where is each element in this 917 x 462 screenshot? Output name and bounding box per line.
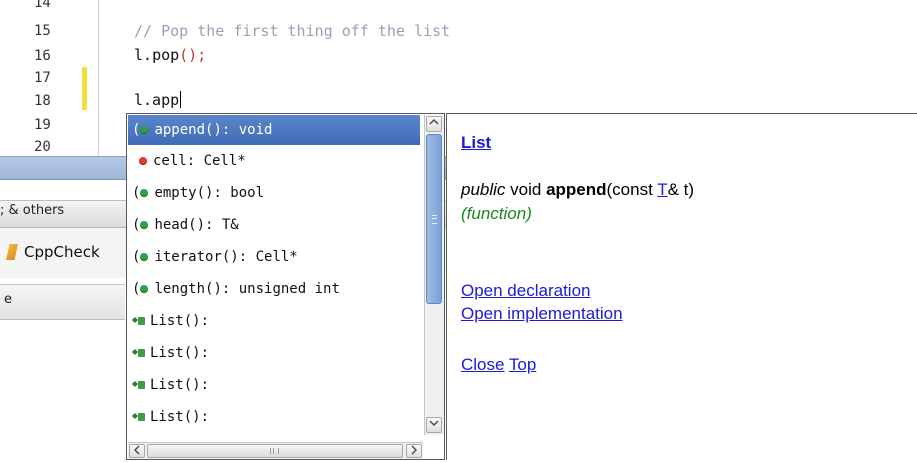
grip-icon	[270, 448, 279, 454]
code-comment: // Pop the first thing off the list	[134, 22, 451, 40]
method-icon: (	[132, 281, 141, 297]
line-number: 14	[34, 0, 51, 11]
sig-return: void	[505, 180, 547, 199]
scroll-right-button[interactable]	[406, 444, 422, 458]
line-number: 16	[34, 48, 51, 64]
public-method-dot-icon	[140, 189, 149, 197]
completion-item[interactable]: ( length(): unsigned int	[128, 273, 420, 305]
cppcheck-label: CppCheck	[24, 243, 100, 261]
code-line-pop[interactable]: l.pop();	[134, 46, 206, 64]
scroll-down-button[interactable]	[426, 417, 442, 433]
chevron-up-icon	[429, 119, 439, 125]
code-method: pop	[152, 46, 180, 64]
open-declaration-link[interactable]: Open declaration	[461, 281, 590, 301]
public-method-dot-icon	[140, 126, 149, 134]
sig-params-close: & t)	[667, 180, 695, 199]
constructor-icon	[132, 316, 146, 326]
completion-label: cell: Cell*	[153, 153, 246, 169]
completion-item[interactable]: List():	[128, 369, 420, 401]
code-punctuation: ();	[179, 46, 207, 64]
completion-item[interactable]: List():	[128, 337, 420, 369]
chevron-right-icon	[411, 445, 417, 455]
completion-label: List():	[150, 345, 210, 361]
vertical-scrollbar[interactable]	[424, 115, 444, 435]
completion-item[interactable]: cell: Cell*	[128, 145, 420, 177]
chevron-left-icon	[134, 445, 140, 455]
vertical-scroll-thumb[interactable]	[426, 134, 442, 304]
completion-label: head(): T&	[154, 217, 239, 233]
method-icon: (	[132, 217, 141, 233]
code-line-typing[interactable]: l.app	[134, 91, 182, 109]
public-method-dot-icon	[140, 285, 149, 293]
horizontal-scroll-thumb[interactable]	[147, 444, 403, 458]
completion-item[interactable]: ( empty(): bool	[128, 177, 420, 209]
grip-icon	[432, 215, 437, 224]
cppcheck-icon	[6, 244, 18, 260]
content-assist-popup: ( append(): void cell: Cell* ( empty(): bo…	[126, 113, 445, 460]
scroll-left-button[interactable]	[129, 444, 145, 458]
constructor-icon	[132, 412, 146, 422]
line-number: 20	[34, 139, 51, 155]
completion-label: length(): unsigned int	[154, 281, 340, 297]
text-caret	[180, 91, 182, 108]
method-icon: (	[132, 185, 141, 201]
method-icon: (	[132, 249, 141, 265]
line-number: 15	[34, 23, 51, 39]
scroll-up-button[interactable]	[426, 116, 442, 132]
line-number: 18	[34, 93, 51, 109]
sig-name: append	[546, 180, 607, 199]
typed-text: l.app	[134, 91, 180, 109]
completion-label: List():	[150, 377, 210, 393]
close-link[interactable]: Close	[461, 355, 504, 374]
top-link[interactable]: Top	[509, 355, 536, 374]
completion-label: iterator(): Cell*	[154, 249, 298, 265]
code-object: l.	[134, 46, 153, 64]
completion-label: List():	[150, 409, 210, 425]
sig-params-open: (const	[606, 180, 658, 199]
completion-label: empty(): bool	[154, 185, 265, 201]
method-icon: (	[132, 122, 141, 138]
tab-others[interactable]: ; & others	[0, 203, 64, 218]
sig-type-link[interactable]: T	[657, 180, 667, 199]
doc-class-link[interactable]: List	[461, 133, 491, 153]
line-number: 17	[34, 70, 51, 86]
public-method-dot-icon	[140, 221, 149, 229]
line-number: 19	[34, 117, 51, 133]
cppcheck-tab[interactable]: CppCheck	[6, 240, 100, 264]
public-method-dot-icon	[140, 253, 149, 261]
modified-line-marker	[82, 67, 87, 110]
completion-label: List():	[150, 313, 210, 329]
sig-modifier: public	[461, 180, 506, 199]
completion-label: append(): void	[154, 122, 273, 138]
doc-signature: public void append(const T& t)	[461, 180, 694, 200]
documentation-panel: List public void append(const T& t) (fun…	[446, 113, 917, 460]
completion-list: ( append(): void cell: Cell* ( empty(): bo…	[128, 115, 420, 433]
completion-item[interactable]: ( iterator(): Cell*	[128, 241, 420, 273]
completion-item[interactable]: ( head(): T&	[128, 209, 420, 241]
open-implementation-link[interactable]: Open implementation	[461, 304, 623, 324]
chevron-down-icon	[429, 420, 439, 426]
completion-item[interactable]: ( append(): void	[128, 115, 420, 145]
doc-kind: (function)	[461, 204, 532, 223]
doc-footer-links: Close Top	[461, 355, 536, 375]
constructor-icon	[132, 380, 146, 390]
horizontal-scrollbar[interactable]	[128, 442, 423, 459]
completion-item[interactable]: List():	[128, 401, 420, 433]
private-field-dot-icon	[139, 157, 147, 165]
completion-item[interactable]: List():	[128, 305, 420, 337]
status-strip	[0, 284, 125, 320]
constructor-icon	[132, 348, 146, 358]
partial-label-e: e	[4, 292, 12, 307]
